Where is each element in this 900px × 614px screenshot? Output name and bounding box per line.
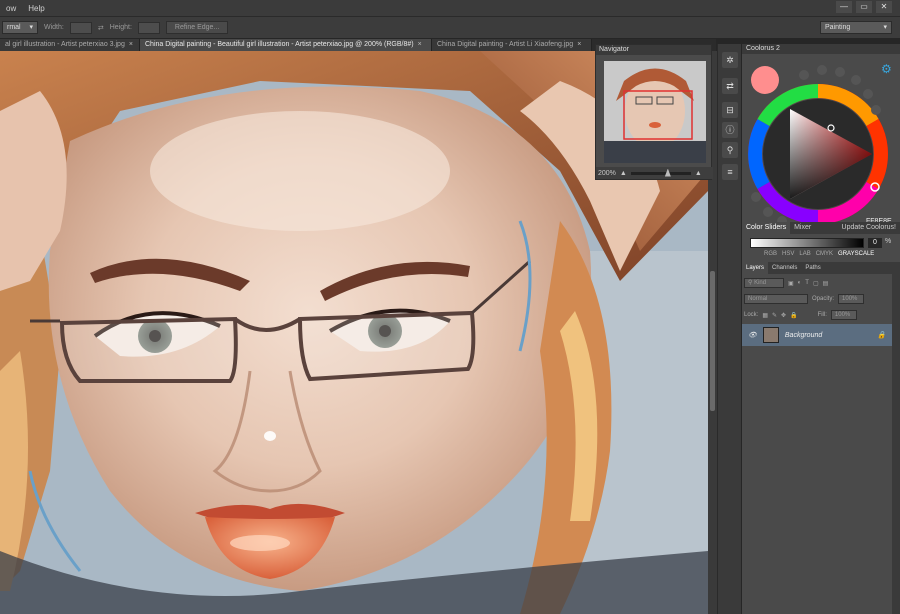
filter-smart-object-icon[interactable]: ▤: [823, 280, 829, 287]
brush-presets-icon[interactable]: ⇄: [722, 78, 738, 94]
clone-source-icon[interactable]: ⊟: [722, 102, 738, 118]
navigator-title[interactable]: Navigator: [596, 45, 711, 55]
zoom-slider[interactable]: [630, 168, 691, 177]
layers-panel-tabs: Layers Channels Paths: [742, 262, 900, 274]
zoom-value[interactable]: 200%: [598, 170, 616, 177]
close-button[interactable]: ✕: [876, 1, 892, 13]
width-field[interactable]: [69, 21, 92, 34]
menu-window[interactable]: ow: [0, 4, 22, 13]
color-wheel-graphic: [748, 65, 888, 226]
coolorus-title[interactable]: Coolorus 2: [742, 44, 900, 54]
right-panel: Coolorus 2 ⚙ Color Sliders Mixer Update …: [742, 44, 900, 614]
fill-label: Fill:: [817, 312, 827, 318]
filter-shape-icon[interactable]: ▢: [813, 280, 819, 287]
close-icon[interactable]: ×: [129, 41, 133, 48]
document-tab-label: China Digital painting - Beautiful girl …: [145, 41, 414, 48]
grayscale-slider[interactable]: [750, 238, 864, 248]
document-tab-1[interactable]: al girl illustration - Artist peterxiao …: [0, 39, 140, 51]
swap-icon[interactable]: ⇄: [98, 24, 104, 32]
layer-row-background[interactable]: 👁 Background 🔒: [742, 324, 892, 346]
restore-button[interactable]: ▭: [856, 1, 872, 13]
scrollbar-thumb[interactable]: [710, 271, 715, 411]
document-tab-2[interactable]: China Digital painting - Beautiful girl …: [140, 39, 432, 51]
lock-pixels-icon[interactable]: ✎: [772, 312, 777, 319]
mode-grayscale[interactable]: GRAYSCALE: [838, 251, 874, 257]
opacity-label: Opacity:: [812, 296, 835, 302]
height-field[interactable]: [137, 21, 160, 34]
close-icon[interactable]: ×: [418, 41, 422, 48]
chevron-down-icon: ▾: [29, 24, 33, 31]
lock-fill-row: Lock: ▦ ✎ ✥ 🔒 Fill: 100%: [744, 310, 857, 320]
photoshop-window: ow Help — ▭ ✕ rmal ▾ Width: ⇄ Height: Re…: [0, 0, 900, 614]
lock-transparency-icon[interactable]: ▦: [762, 312, 768, 319]
navigator-zoom-bar: 200% ▲ ▲: [596, 167, 713, 179]
filter-type-icon[interactable]: T: [805, 280, 809, 286]
width-label: Width:: [44, 24, 64, 31]
document-tab-label: China Digital painting - Artist Li Xiaof…: [437, 41, 574, 48]
refine-edge-button[interactable]: Refine Edge...: [165, 21, 229, 34]
lock-label: Lock:: [744, 312, 759, 318]
info-icon[interactable]: ⓘ: [722, 122, 738, 138]
layer-name[interactable]: Background: [785, 332, 822, 339]
zoom-out-icon[interactable]: ▲: [620, 170, 627, 177]
lock-all-icon[interactable]: 🔒: [790, 312, 797, 319]
blend-opacity-row: Normal Opacity: 100%: [744, 294, 865, 304]
tab-layers[interactable]: Layers: [742, 262, 769, 274]
options-bar: rmal ▾ Width: ⇄ Height: Refine Edge... P…: [0, 17, 900, 39]
settings-gear-icon[interactable]: ⚙: [881, 62, 892, 76]
grayscale-unit: %: [885, 238, 892, 245]
tab-channels[interactable]: Channels: [768, 262, 801, 274]
tab-mixer[interactable]: Mixer: [790, 222, 815, 234]
grayscale-value-field[interactable]: 0: [868, 238, 882, 248]
document-tab-label: al girl illustration - Artist peterxiao …: [5, 41, 125, 48]
lock-position-icon[interactable]: ✥: [781, 312, 786, 319]
layer-filter-row: ⚲ Kind ▣ ◐ T ▢ ▤: [744, 278, 828, 288]
window-controls: — ▭ ✕: [836, 1, 892, 13]
panel-icon-strip: ✲ ⇄ ⊟ ⓘ ⚲ ≡: [717, 44, 741, 614]
kind-filter-label: Kind: [754, 280, 767, 286]
menu-help[interactable]: Help: [22, 4, 50, 13]
chevron-down-icon: ▾: [883, 24, 887, 31]
layer-lock-icon: 🔒: [877, 332, 886, 339]
mode-select-value: rmal: [7, 24, 21, 31]
mode-hsv[interactable]: HSV: [782, 251, 794, 257]
close-icon[interactable]: ×: [577, 41, 581, 48]
blend-mode-select[interactable]: Normal: [744, 294, 808, 304]
mode-cmyk[interactable]: CMYK: [816, 251, 833, 257]
visibility-eye-icon[interactable]: 👁: [748, 331, 757, 339]
mode-lab[interactable]: LAB: [799, 251, 810, 257]
tab-paths[interactable]: Paths: [801, 262, 824, 274]
navigator-preview-image: [604, 61, 706, 163]
search-icon: ⚲: [748, 280, 753, 286]
layers-scrollbar[interactable]: [892, 274, 900, 614]
filter-pixel-icon[interactable]: ▣: [788, 280, 794, 287]
filter-adjustment-icon[interactable]: ◐: [798, 280, 802, 286]
history-icon[interactable]: ⚲: [722, 142, 738, 158]
document-tab-3[interactable]: China Digital painting - Artist Li Xiaof…: [432, 39, 592, 51]
actions-icon[interactable]: ≡: [722, 164, 738, 180]
mode-rgb[interactable]: RGB: [764, 251, 777, 257]
workspace-select[interactable]: Painting ▾: [820, 21, 892, 34]
fill-field[interactable]: 100%: [830, 310, 857, 320]
kind-filter-select[interactable]: ⚲ Kind: [744, 278, 784, 288]
opacity-field[interactable]: 100%: [838, 294, 865, 304]
color-panel-tabs: Color Sliders Mixer Update Coolorus!: [742, 222, 900, 234]
navigator-icon[interactable]: ✲: [722, 52, 738, 68]
mode-select[interactable]: rmal ▾: [2, 21, 38, 34]
layer-thumbnail: [762, 327, 779, 343]
tab-color-sliders[interactable]: Color Sliders: [742, 222, 791, 234]
color-mode-selector: RGB HSV LAB CMYK GRAYSCALE: [764, 251, 874, 257]
height-label: Height:: [109, 24, 132, 31]
navigator-thumbnail[interactable]: [604, 61, 706, 163]
minimize-button[interactable]: —: [836, 1, 852, 13]
update-coolorus-link[interactable]: Update Coolorus!: [838, 222, 900, 234]
zoom-in-icon[interactable]: ▲: [695, 170, 702, 177]
navigator-panel: Navigator 200% ▲ ▲: [595, 44, 713, 180]
workspace-select-value: Painting: [825, 24, 851, 31]
zoom-slider-handle[interactable]: [664, 168, 671, 177]
menu-bar: ow Help — ▭ ✕: [0, 0, 900, 17]
